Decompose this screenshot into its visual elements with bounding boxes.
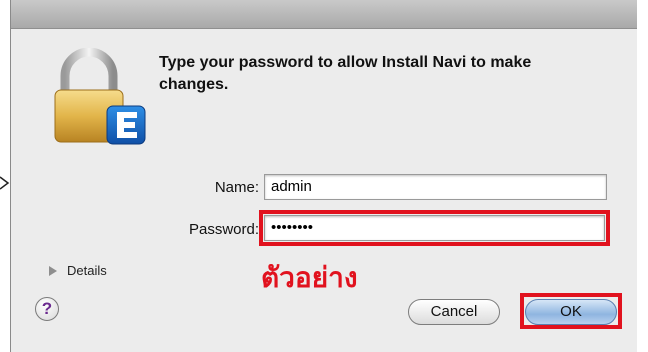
ok-highlight-box	[520, 293, 622, 329]
details-disclosure[interactable]: Details	[49, 263, 107, 278]
password-label: Password:	[188, 221, 259, 238]
pointer-arrow-icon	[0, 176, 10, 190]
cancel-button[interactable]: Cancel	[408, 299, 500, 325]
disclosure-triangle-icon	[49, 266, 57, 276]
details-label: Details	[67, 263, 107, 278]
lock-icon	[54, 48, 146, 145]
auth-dialog: Type your password to allow Install Navi…	[11, 0, 637, 352]
help-button[interactable]: ?	[35, 297, 59, 321]
install-navi-badge-icon	[106, 105, 146, 145]
name-label: Name:	[214, 179, 259, 196]
example-annotation: ตัวอย่าง	[261, 261, 358, 294]
dialog-titlebar	[11, 0, 637, 29]
name-field[interactable]: admin	[264, 174, 607, 200]
dialog-message: Type your password to allow Install Navi…	[159, 54, 532, 93]
password-highlight-box	[259, 210, 610, 246]
